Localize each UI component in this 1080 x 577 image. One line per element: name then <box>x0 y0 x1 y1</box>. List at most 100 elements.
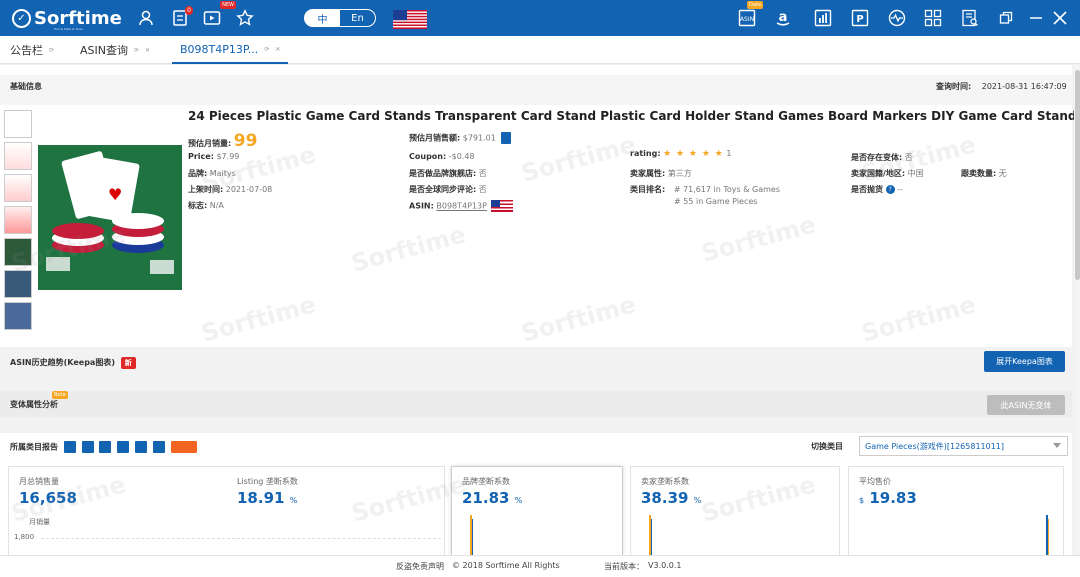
monthly-sales-value: 99 <box>233 131 258 151</box>
metric-title: 平均售价 <box>859 477 891 486</box>
grid-icon[interactable] <box>923 8 943 28</box>
seller-attr-label: 卖家属性: <box>630 169 666 178</box>
disclaimer-link[interactable]: 反盗免责声明 <box>396 561 444 572</box>
thumbnail-image[interactable] <box>4 238 32 266</box>
metric-card-brand[interactable]: 品牌垄断系数 21.83 % <box>451 466 623 555</box>
lang-zh-option[interactable]: 中 <box>305 10 340 26</box>
thumbnail-image[interactable] <box>4 174 32 202</box>
minimize-icon[interactable] <box>1026 8 1046 28</box>
seller-country-label: 卖家国籍/地区: <box>851 169 906 178</box>
bar-chart-icon[interactable] <box>81 441 94 453</box>
message-count-badge: 0 <box>185 6 193 15</box>
pulse-icon[interactable] <box>887 8 907 28</box>
data-badge: Data <box>747 1 763 9</box>
calculator-icon[interactable] <box>501 132 512 144</box>
rating-count: 1 <box>726 149 732 158</box>
trend-icon[interactable] <box>99 441 112 453</box>
star-icon[interactable] <box>235 8 255 28</box>
product-image[interactable]: ♥ <box>38 145 182 290</box>
keepa-title-text: ASIN历史趋势(Keepa图表) <box>10 358 115 367</box>
language-toggle[interactable]: 中 En <box>304 9 376 27</box>
rating-stars-icon: ★ ★ ★ ★ ★ <box>663 149 724 159</box>
expand-keepa-button[interactable]: 展开Keepa图表 <box>984 351 1065 372</box>
monthly-sales-label: 预估月销量: <box>188 139 232 148</box>
tab-label: 公告栏 <box>10 44 43 57</box>
scrollbar-thumb[interactable] <box>1075 70 1080 280</box>
dump-label: 是否抛货 <box>851 185 883 194</box>
logo-check-icon: ✓ <box>12 8 31 28</box>
asin-data-icon[interactable]: ASIN Data <box>737 1 763 28</box>
launch-value: 2021-07-08 <box>225 185 273 194</box>
refresh-icon[interactable]: ⟳ <box>264 46 269 53</box>
metric-title: 品牌垄断系数 <box>462 477 510 486</box>
metric-unit: $ <box>859 496 865 505</box>
no-variant-button[interactable]: 此ASIN无变体 <box>987 395 1065 415</box>
amazon-small-icon[interactable] <box>152 441 165 453</box>
mini-bar <box>651 519 652 555</box>
variant-analysis-title: 变体属性分析 <box>10 400 58 409</box>
category-select-value: Game Pieces(游戏件)[1265811011] <box>865 441 1005 451</box>
category-select[interactable]: Game Pieces(游戏件)[1265811011] <box>859 436 1068 456</box>
sync-label: 是否全球同步评论: <box>409 185 477 194</box>
message-icon[interactable]: 0 <box>170 6 193 28</box>
is-dump: 是否抛货 ? -- <box>851 184 903 195</box>
report-icon[interactable] <box>960 8 980 28</box>
video-icon[interactable]: NEW <box>202 1 236 28</box>
new-badge: NEW <box>220 1 236 9</box>
category-rank-2: # 55 in Game Pieces <box>674 197 757 206</box>
thumbnail-image[interactable] <box>4 142 32 170</box>
close-icon[interactable] <box>1050 8 1070 28</box>
chart-icon[interactable] <box>813 8 833 28</box>
tab-announcement[interactable]: 公告栏 ⟳ <box>10 36 54 64</box>
coupon-value: -$0.48 <box>448 152 475 161</box>
launch-date: 上架时间: 2021-07-08 <box>188 184 272 195</box>
report-export-icon[interactable] <box>63 441 76 453</box>
close-tab-icon[interactable]: ✕ <box>275 46 280 53</box>
basic-info-panel: 基础信息 查询时间: 2021-08-31 16:47:09 ♥ 24 Piec… <box>0 65 1080 347</box>
footer: 反盗免责声明 © 2018 Sorftime All Rights 当前版本： … <box>0 555 1080 577</box>
seller-attr-value: 第三方 <box>667 169 692 178</box>
help-icon[interactable]: ? <box>885 185 895 194</box>
tag: 标志: N/A <box>188 200 224 211</box>
thumbnail-image[interactable] <box>4 206 32 234</box>
rating-label: rating: <box>630 149 661 158</box>
has-variant: 是否存在变体: 否 <box>851 152 913 163</box>
us-flag-icon <box>491 200 514 212</box>
tab-asin-detail[interactable]: B098T4P13P... ⟳ ✕ <box>172 36 289 64</box>
refresh-icon[interactable]: ⟳ <box>49 47 54 54</box>
asin-link[interactable]: B098T4P13P <box>436 202 487 211</box>
amazon-icon[interactable]: a <box>773 8 793 28</box>
follow-sellers: 跟卖数量: 无 <box>961 168 1007 179</box>
metric-card-monthly-sales: 月总销售量 16,658 Listing 垄断系数 18.91 % 月销量 1,… <box>8 466 445 555</box>
mini-bar <box>1048 519 1049 555</box>
user-icon[interactable] <box>136 8 156 28</box>
analysis-icon[interactable] <box>134 441 147 453</box>
restore-window-icon[interactable] <box>996 8 1016 28</box>
thumbnail-image[interactable] <box>4 302 32 330</box>
p-icon[interactable]: P <box>850 8 870 28</box>
coupon-label: Coupon: <box>409 152 447 161</box>
star-list-icon[interactable] <box>117 441 130 453</box>
refresh-icon[interactable]: ⟳ <box>134 47 139 54</box>
category-report-title: 所属类目报告 <box>10 441 197 453</box>
seller-attribute: 卖家属性: 第三方 <box>630 168 692 179</box>
new-tag: 新 <box>120 357 136 369</box>
query-time: 查询时间: 2021-08-31 16:47:09 <box>936 81 1067 92</box>
revenue-value: $791.01 <box>462 133 496 143</box>
flagship-store: 是否做品牌旗舰店: 否 <box>409 168 487 179</box>
tab-asin-query[interactable]: ASIN查询 ⟳ ✕ <box>80 36 150 64</box>
flagship-label: 是否做品牌旗舰店: <box>409 169 477 178</box>
rank-label: 类目排名: <box>630 185 666 194</box>
close-tab-icon[interactable]: ✕ <box>145 47 150 54</box>
thumbnail-image[interactable] <box>4 270 32 298</box>
app-logo[interactable]: ✓ Sorftime Tool & Data & Tools <box>12 7 122 31</box>
metric-title: 卖家垄断系数 <box>641 477 689 486</box>
metric-value-seller: 38.39 % <box>641 489 701 507</box>
query-time-value: 2021-08-31 16:47:09 <box>981 82 1067 91</box>
metric-unit: % <box>289 496 298 505</box>
us-flag-icon[interactable] <box>393 10 427 29</box>
m3-icon[interactable] <box>170 441 197 453</box>
tab-label: ASIN查询 <box>80 44 128 57</box>
thumbnail-image[interactable] <box>4 110 32 138</box>
lang-en-option[interactable]: En <box>340 10 375 26</box>
